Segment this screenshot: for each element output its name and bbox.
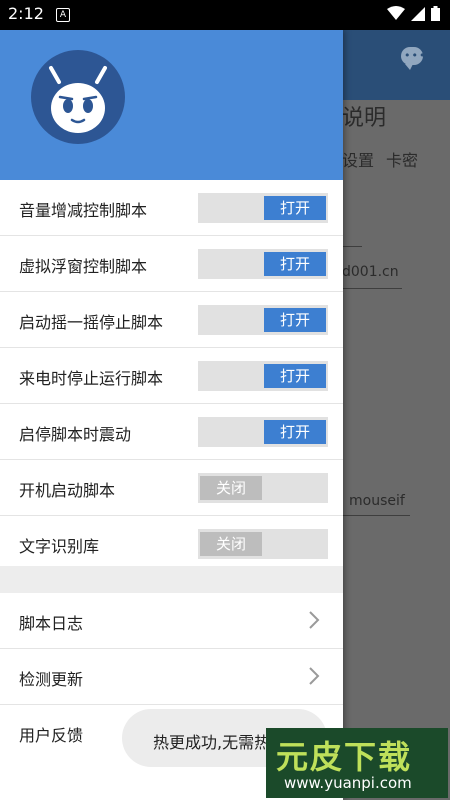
signal-icon xyxy=(411,6,425,21)
toggle-switch[interactable]: 打开 xyxy=(198,305,328,335)
setting-vibrate: 启停脚本时震动 打开 xyxy=(0,404,343,460)
status-bar: 2:12 A xyxy=(0,0,450,30)
status-time: 2:12 xyxy=(8,4,44,23)
setting-label: 虚拟浮窗控制脚本 xyxy=(19,257,148,276)
watermark-logo: 元皮下载 www.yuanpi.com xyxy=(266,728,448,798)
watermark-url: www.yuanpi.com xyxy=(284,774,412,792)
toggle-state: 关闭 xyxy=(200,476,262,500)
toggle-state: 关闭 xyxy=(200,532,262,556)
toggle-state: 打开 xyxy=(264,420,326,444)
setting-label: 音量增减控制脚本 xyxy=(19,201,148,220)
robot-mascot-icon xyxy=(49,66,107,133)
tab-card-key[interactable]: 卡密 xyxy=(386,147,418,171)
setting-label: 来电时停止运行脚本 xyxy=(19,369,164,388)
notification-icon: A xyxy=(56,8,70,22)
chat-dots: ••• xyxy=(404,49,427,62)
menu-label: 检测更新 xyxy=(19,670,84,689)
background-title: 说明 xyxy=(342,106,387,131)
drawer-header xyxy=(0,30,343,180)
toggle-state: 打开 xyxy=(264,252,326,276)
input-underline xyxy=(342,515,410,516)
toggle-state: 打开 xyxy=(264,308,326,332)
setting-label: 文字识别库 xyxy=(19,537,100,556)
menu-item-script-log[interactable]: 脚本日志 xyxy=(0,593,343,649)
battery-icon xyxy=(431,6,440,21)
setting-floating-window: 虚拟浮窗控制脚本 打开 xyxy=(0,236,343,292)
toggle-state: 打开 xyxy=(264,364,326,388)
navigation-drawer: 音量增减控制脚本 打开 虚拟浮窗控制脚本 打开 启动摇一摇停止脚本 打开 来电时… xyxy=(0,30,343,800)
avatar[interactable] xyxy=(31,50,125,144)
toggle-switch[interactable]: 打开 xyxy=(198,417,328,447)
input-underline xyxy=(342,288,402,289)
setting-stop-on-call: 来电时停止运行脚本 打开 xyxy=(0,348,343,404)
setting-autostart: 开机启动脚本 关闭 xyxy=(0,460,343,516)
menu-item-check-update[interactable]: 检测更新 xyxy=(0,649,343,705)
chat-icon[interactable]: ••• xyxy=(401,47,427,70)
toggle-switch[interactable]: 打开 xyxy=(198,361,328,391)
setting-label: 启动摇一摇停止脚本 xyxy=(19,313,164,332)
toggle-switch[interactable]: 打开 xyxy=(198,249,328,279)
watermark-title: 元皮下载 xyxy=(276,738,413,776)
input-underline xyxy=(342,246,362,247)
section-divider xyxy=(0,566,343,593)
toggle-state: 打开 xyxy=(264,196,326,220)
toggle-switch[interactable]: 打开 xyxy=(198,193,328,223)
setting-label: 启停脚本时震动 xyxy=(19,425,132,444)
setting-label: 开机启动脚本 xyxy=(19,481,116,500)
chevron-right-icon xyxy=(309,667,320,685)
setting-shake-to-stop: 启动摇一摇停止脚本 打开 xyxy=(0,292,343,348)
toggle-switch[interactable]: 关闭 xyxy=(198,529,328,559)
menu-label: 用户反馈 xyxy=(19,726,84,745)
user-field[interactable]: mouseif xyxy=(349,493,405,509)
system-icons xyxy=(387,6,440,21)
tab-settings[interactable]: 设置 xyxy=(342,147,374,171)
wifi-icon xyxy=(387,6,405,20)
toggle-switch[interactable]: 关闭 xyxy=(198,473,328,503)
menu-label: 脚本日志 xyxy=(19,614,84,633)
chevron-right-icon xyxy=(309,611,320,629)
setting-volume-keys: 音量增减控制脚本 打开 xyxy=(0,180,343,236)
url-field[interactable]: d001.cn xyxy=(342,264,399,280)
setting-ocr-library: 文字识别库 关闭 xyxy=(0,516,343,566)
